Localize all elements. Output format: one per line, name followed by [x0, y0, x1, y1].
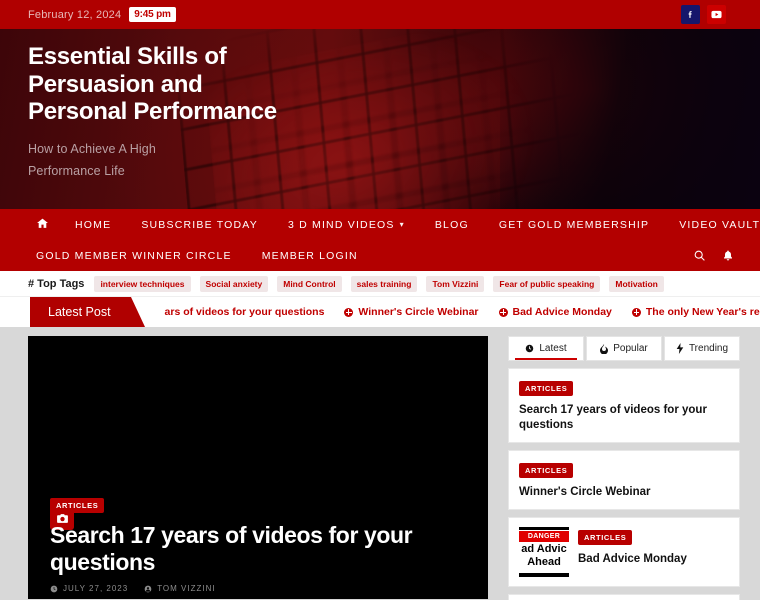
list-item-title[interactable]: Winner's Circle Webinar [519, 485, 729, 500]
ticker-item-text: Winner's Circle Webinar [358, 306, 479, 318]
nav-label: GET GOLD MEMBERSHIP [498, 218, 650, 231]
tab-popular[interactable]: Popular [586, 336, 662, 361]
featured-article-date-wrap: JULY 27, 2023 [50, 584, 128, 593]
nav-label: BLOG [434, 218, 469, 231]
nav-row-secondary: GOLD MEMBER WINNER CIRCLE MEMBER LOGIN [0, 240, 744, 271]
nav-row-primary: HOME SUBSCRIBE TODAY 3 D MIND VIDEOS ▾ B… [0, 209, 759, 240]
nav-label: GOLD MEMBER WINNER CIRCLE [36, 249, 232, 262]
chevron-down-icon: ▾ [399, 220, 405, 229]
nav-home-icon-link[interactable] [36, 217, 49, 233]
nav-item-member-login[interactable]: MEMBER LOGIN [262, 250, 358, 262]
ticker-item-3[interactable]: Bad Advice Monday [498, 306, 612, 318]
featured-article-date: JULY 27, 2023 [63, 584, 129, 593]
page-root: February 12, 2024 9:45 pm Essential Skil… [0, 0, 760, 600]
latest-post-ticker: Latest Post ars of videos for your quest… [0, 297, 760, 327]
featured-article-author: TOM VIZZINI [157, 584, 216, 593]
tag-sales-training[interactable]: sales training [350, 275, 418, 292]
nav-item-video-vault[interactable]: VIDEO VAULT ▾ [679, 219, 760, 231]
bolt-icon [676, 343, 684, 354]
search-icon[interactable] [693, 249, 706, 262]
ticker-items: ars of videos for your questions Winner'… [131, 297, 760, 327]
list-item-title[interactable]: Bad Advice Monday [578, 552, 729, 567]
featured-article-card[interactable]: ARTICLES Search 17 years of videos for y… [28, 336, 488, 599]
current-date: February 12, 2024 [28, 8, 122, 21]
nav-actions [693, 240, 734, 271]
tab-label: Popular [613, 343, 648, 354]
ticker-item-4[interactable]: The only New Year's resolution you shoul… [631, 306, 760, 318]
plus-circle-icon [498, 307, 508, 317]
list-item-category[interactable]: ARTICLES [578, 530, 633, 545]
thumb-bottom-bar [519, 573, 569, 577]
nav-item-subscribe-today[interactable]: SUBSCRIBE TODAY [141, 219, 258, 231]
tag-motivation[interactable]: Motivation [609, 275, 664, 292]
tag-social-anxiety[interactable]: Social anxiety [199, 275, 269, 292]
tag-interview-techniques[interactable]: interview techniques [94, 275, 191, 292]
tag-tom-vizzini[interactable]: Tom Vizzini [426, 275, 485, 292]
list-item-category[interactable]: ARTICLES [519, 381, 574, 396]
sidebar-article-list: ARTICLES Search 17 years of videos for y… [508, 368, 740, 600]
clock-icon [525, 344, 534, 353]
plus-circle-icon [631, 307, 641, 317]
thumb-line-2: Ahead [527, 556, 561, 568]
list-item[interactable]: ARTICLES Search 17 years of videos for y… [508, 368, 740, 443]
tab-label: Latest [539, 343, 567, 354]
nav-label: VIDEO VAULT [679, 218, 760, 231]
list-item-category[interactable]: ARTICLES [519, 463, 574, 478]
tag-fear-of-public-speaking[interactable]: Fear of public speaking [493, 275, 601, 292]
nav-label: 3 D MIND VIDEOS [287, 218, 395, 231]
list-item-title[interactable]: Search 17 years of videos for your quest… [519, 403, 729, 433]
ticker-item-text: ars of videos for your questions [164, 306, 325, 318]
ticker-item-text: Bad Advice Monday [512, 306, 612, 318]
ticker-item-text: The only New Year's resolution you shoul… [645, 306, 760, 318]
featured-category-badge[interactable]: ARTICLES [50, 498, 105, 513]
ticker-item-2[interactable]: Winner's Circle Webinar [344, 306, 479, 318]
nav-item-blog[interactable]: BLOG [435, 219, 469, 231]
list-item[interactable]: THE ONLY RESOLUTION YOU NEED TO MAKE ART… [508, 594, 740, 600]
featured-article-meta: JULY 27, 2023 TOM VIZZINI [50, 584, 470, 593]
tab-label: Trending [688, 343, 729, 354]
social-links [681, 5, 748, 24]
ticker-item-1[interactable]: ars of videos for your questions [165, 306, 325, 318]
site-tagline: How to Achieve A High Performance Life [28, 141, 156, 178]
tab-latest[interactable]: Latest [508, 336, 584, 361]
youtube-icon[interactable] [707, 5, 726, 24]
clock-icon [50, 585, 58, 593]
top-tags-bar: # Top Tags interview techniques Social a… [0, 271, 760, 297]
top-bar: February 12, 2024 9:45 pm [0, 0, 760, 29]
tab-trending[interactable]: Trending [664, 336, 740, 361]
ticker-label: Latest Post [30, 297, 145, 327]
thumb-danger-band: DANGER [519, 531, 569, 542]
featured-article-author-wrap: TOM VIZZINI [144, 584, 215, 593]
site-title[interactable]: Essential Skills of Persuasion and Perso… [28, 43, 288, 126]
fire-icon [600, 343, 609, 354]
sidebar-tabs: Latest Popular Trending [508, 336, 740, 361]
facebook-icon[interactable] [681, 5, 700, 24]
home-icon [36, 217, 49, 233]
bell-icon[interactable] [722, 249, 734, 262]
current-time: 9:45 pm [129, 7, 176, 22]
list-item-thumbnail: DANGER ad Advic Ahead [519, 527, 569, 577]
nav-label: MEMBER LOGIN [261, 249, 358, 262]
sidebar: Latest Popular Trending ARTICLES Search … [508, 336, 740, 600]
featured-article-title[interactable]: Search 17 years of videos for your quest… [50, 522, 470, 576]
list-item[interactable]: DANGER ad Advic Ahead ARTICLES Bad Advic… [508, 517, 740, 587]
user-icon [144, 585, 152, 593]
tag-mind-control[interactable]: Mind Control [277, 275, 342, 292]
nav-item-home[interactable]: HOME [75, 219, 111, 231]
main-content: ARTICLES Search 17 years of videos for y… [0, 327, 760, 600]
plus-circle-icon [344, 307, 354, 317]
thumb-line-1: ad Advic [521, 543, 567, 555]
nav-label: SUBSCRIBE TODAY [141, 218, 258, 231]
list-item[interactable]: ARTICLES Winner's Circle Webinar [508, 450, 740, 510]
nav-item-gold-member-winner-circle[interactable]: GOLD MEMBER WINNER CIRCLE [36, 250, 232, 262]
nav-item-get-gold-membership[interactable]: GET GOLD MEMBERSHIP [499, 219, 649, 231]
main-navigation: HOME SUBSCRIBE TODAY 3 D MIND VIDEOS ▾ B… [0, 209, 760, 271]
thumb-top-bar [519, 527, 569, 530]
site-masthead: Essential Skills of Persuasion and Perso… [0, 29, 760, 209]
nav-label: HOME [75, 218, 112, 231]
top-tags-label: # Top Tags [28, 277, 85, 290]
nav-item-3d-mind-videos[interactable]: 3 D MIND VIDEOS ▾ [288, 219, 405, 231]
